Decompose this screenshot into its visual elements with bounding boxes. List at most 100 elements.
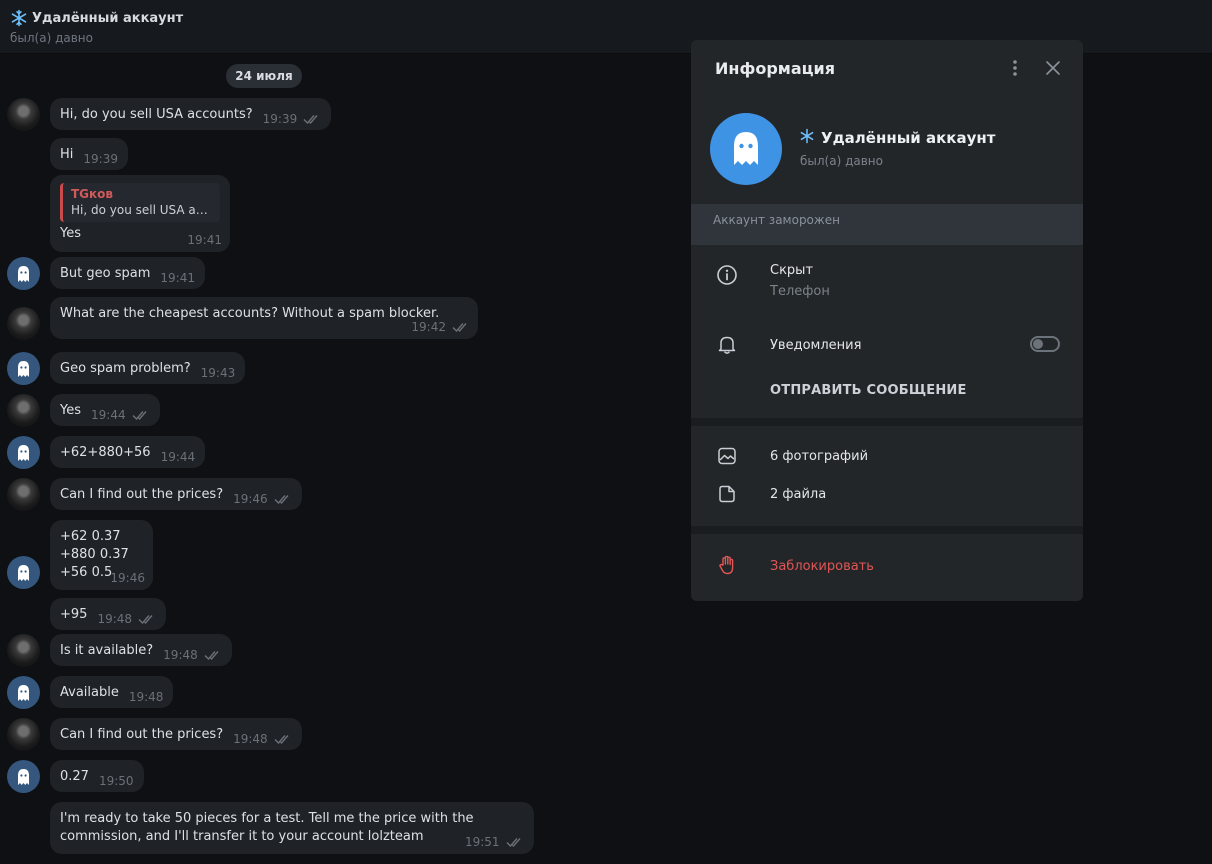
deleted-user-avatar[interactable] <box>7 676 40 709</box>
user-avatar[interactable] <box>7 718 40 751</box>
ghost-icon <box>734 132 758 165</box>
close-button[interactable] <box>1043 58 1063 78</box>
notifications-row[interactable]: Уведомления <box>691 330 1083 360</box>
info-icon <box>716 264 738 286</box>
message-time: 19:46 <box>110 571 145 585</box>
reply-text: Hi, do you sell USA acc... <box>71 203 212 217</box>
message-text: But geo spam <box>60 266 151 281</box>
photos-row[interactable]: 6 фотографий <box>691 442 1083 472</box>
deleted-user-avatar[interactable] <box>7 257 40 290</box>
profile-name: Удалённый аккаунт <box>821 129 996 147</box>
message-bubble[interactable]: Hi, do you sell USA accounts? 19:39 <box>50 98 332 130</box>
chat-title-row[interactable]: Удалённый аккаунт <box>10 9 183 27</box>
message-time: 19:39 <box>83 152 118 166</box>
hand-stop-icon <box>716 554 738 576</box>
ghost-icon <box>18 266 29 282</box>
double-check-icon <box>303 115 318 124</box>
deleted-user-avatar[interactable] <box>7 760 40 793</box>
message-time: 19:48 <box>163 648 198 662</box>
message-bubble[interactable]: +62 0.37 +880 0.37 +56 0.5 19:46 <box>50 520 153 590</box>
message-meta: 19:48 <box>129 688 164 706</box>
message-bubble[interactable]: Can I find out the prices? 19:46 <box>50 478 302 510</box>
user-avatar[interactable] <box>7 478 40 511</box>
double-check-icon <box>138 615 153 624</box>
user-avatar[interactable] <box>7 634 40 667</box>
user-info-panel: Информация Удалённый аккаунт был(а) давн… <box>691 40 1083 601</box>
files-row[interactable]: 2 файла <box>691 480 1083 510</box>
message-time: 19:44 <box>160 450 196 464</box>
photos-count: 6 фотографий <box>770 449 869 464</box>
reply-author: TGков <box>71 187 114 201</box>
frozen-notice: Аккаунт заморожен <box>691 204 1083 245</box>
notifications-label: Уведомления <box>770 338 862 353</box>
chat-status: был(а) давно <box>10 31 93 45</box>
message-row: Is it available? 19:48 <box>0 634 690 667</box>
profile-name-row: Удалённый аккаунт <box>799 128 995 148</box>
reply-quote[interactable]: TGков Hi, do you sell USA acc... <box>60 183 220 222</box>
message-meta: 19:44 <box>161 448 196 466</box>
block-row[interactable] <box>691 552 1083 582</box>
message-meta: 19:51 <box>465 833 524 851</box>
message-bubble[interactable]: +62+880+56 19:44 <box>50 436 206 468</box>
message-text: Yes <box>60 226 81 241</box>
phone-row[interactable]: Скрыт Телефон <box>691 260 1083 310</box>
message-row: I'm ready to take 50 pieces for a test. … <box>0 802 690 854</box>
message-bubble[interactable]: What are the cheapest accounts? Without … <box>50 297 478 339</box>
message-bubble[interactable]: Geo spam problem? 19:43 <box>50 352 246 384</box>
message-text: I'm ready to take 50 pieces for a test. … <box>60 811 474 826</box>
snowflake-icon <box>10 9 28 27</box>
ghost-icon <box>18 685 29 701</box>
message-meta: 19:41 <box>187 231 222 249</box>
block-user-button[interactable]: Заблокировать <box>770 559 874 574</box>
message-bubble[interactable]: But geo spam 19:41 <box>50 257 205 289</box>
user-avatar[interactable] <box>7 98 40 131</box>
message-row: Geo spam problem? 19:43 <box>0 352 690 385</box>
message-text: What are the cheapest accounts? Without … <box>60 306 440 321</box>
snowflake-icon <box>799 128 815 148</box>
panel-title: Информация <box>715 59 835 78</box>
telegram-window: Удалённый аккаунт был(а) давно 24 июля H… <box>0 0 1212 864</box>
message-text: Geo spam problem? <box>60 361 191 376</box>
message-text: Can I find out the prices? <box>60 727 224 742</box>
message-bubble[interactable]: Yes 19:44 <box>50 394 160 426</box>
message-meta: 19:44 <box>91 406 150 424</box>
message-time: 19:42 <box>411 320 446 334</box>
deleted-user-avatar[interactable] <box>7 436 40 469</box>
message-text: +880 0.37 <box>60 547 129 562</box>
ghost-icon <box>18 445 29 461</box>
ghost-icon <box>18 565 29 581</box>
send-message-button[interactable]: ОТПРАВИТЬ СООБЩЕНИЕ <box>770 383 967 398</box>
message-meta: 19:48 <box>163 646 222 664</box>
more-options-button[interactable] <box>1005 58 1025 78</box>
message-row: But geo spam 19:41 <box>0 257 690 290</box>
message-bubble[interactable]: I'm ready to take 50 pieces for a test. … <box>50 802 534 854</box>
user-avatar[interactable] <box>7 394 40 427</box>
message-row: +62 0.37 +880 0.37 +56 0.5 19:46 <box>0 520 690 590</box>
notifications-toggle[interactable] <box>1030 336 1060 352</box>
message-bubble[interactable]: +95 19:48 <box>50 598 167 630</box>
message-bubble[interactable]: 0.27 19:50 <box>50 760 144 792</box>
double-check-icon <box>132 411 147 420</box>
message-time: 19:44 <box>91 408 126 422</box>
message-row: Can I find out the prices? 19:48 <box>0 718 690 751</box>
message-bubble[interactable]: Hi 19:39 <box>50 138 128 170</box>
profile-avatar[interactable] <box>710 113 782 185</box>
message-list[interactable]: 24 июля Hi, do you sell USA accounts? 19:… <box>0 54 690 864</box>
message-time: 19:50 <box>98 774 134 788</box>
user-avatar[interactable] <box>7 307 40 340</box>
message-row: Hi, do you sell USA accounts? 19:39 <box>0 98 690 131</box>
deleted-user-avatar[interactable] <box>7 352 40 385</box>
message-bubble[interactable]: TGков Hi, do you sell USA acc... Yes 19:41 <box>50 175 230 252</box>
deleted-user-avatar[interactable] <box>7 556 40 589</box>
message-text: commission, and I'll transfer it to your… <box>60 829 424 844</box>
message-meta: 19:39 <box>83 150 118 168</box>
double-check-icon <box>452 323 467 332</box>
message-bubble[interactable]: Available 19:48 <box>50 676 174 708</box>
more-vertical-icon <box>1013 60 1017 76</box>
message-time: 19:48 <box>128 690 164 704</box>
message-time: 19:48 <box>97 612 133 626</box>
message-bubble[interactable]: Is it available? 19:48 <box>50 634 232 666</box>
message-bubble[interactable]: Can I find out the prices? 19:48 <box>50 718 302 750</box>
message-time: 19:39 <box>262 112 298 126</box>
double-check-icon <box>274 495 289 504</box>
